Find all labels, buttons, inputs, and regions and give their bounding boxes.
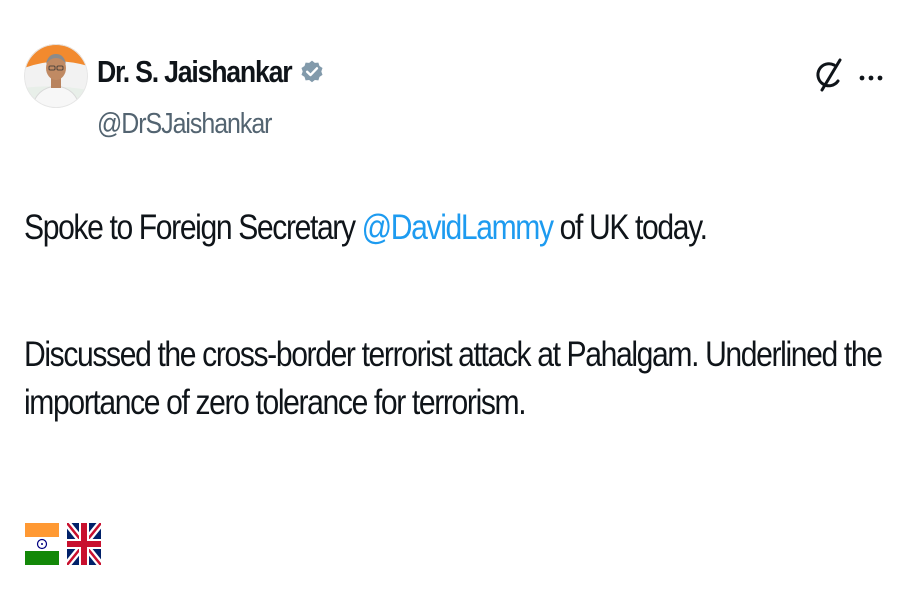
tweet-text-segment: of UK today. bbox=[552, 208, 708, 247]
tweet-text-line: importance of zero tolerance for terrori… bbox=[24, 383, 527, 422]
tweet-paragraph-2: Discussed the cross-border terrorist att… bbox=[24, 331, 883, 427]
verified-badge-icon[interactable] bbox=[299, 59, 325, 85]
avatar[interactable] bbox=[24, 44, 88, 108]
more-horizontal-icon[interactable] bbox=[858, 70, 884, 81]
tweet-text-segment: Spoke to Foreign Secretary bbox=[24, 208, 362, 247]
tweet-text-line: Discussed the cross-border terrorist att… bbox=[24, 335, 883, 374]
author-handle[interactable]: @DrSJaishankar bbox=[97, 108, 272, 141]
grok-icon[interactable] bbox=[814, 56, 848, 94]
flag-united-kingdom-icon bbox=[67, 523, 101, 565]
mention-link[interactable]: @DavidLammy bbox=[362, 208, 554, 247]
tweet-paragraph-1: Spoke to Foreign Secretary @DavidLammy o… bbox=[24, 204, 798, 252]
emoji-row bbox=[25, 523, 101, 565]
author-display-name[interactable]: Dr. S. Jaishankar bbox=[97, 54, 293, 90]
author-name-row: Dr. S. Jaishankar bbox=[97, 52, 325, 92]
flag-india-icon bbox=[25, 523, 59, 565]
tweet-card[interactable]: Dr. S. Jaishankar @DrSJaishankar Spoke t… bbox=[0, 0, 900, 600]
